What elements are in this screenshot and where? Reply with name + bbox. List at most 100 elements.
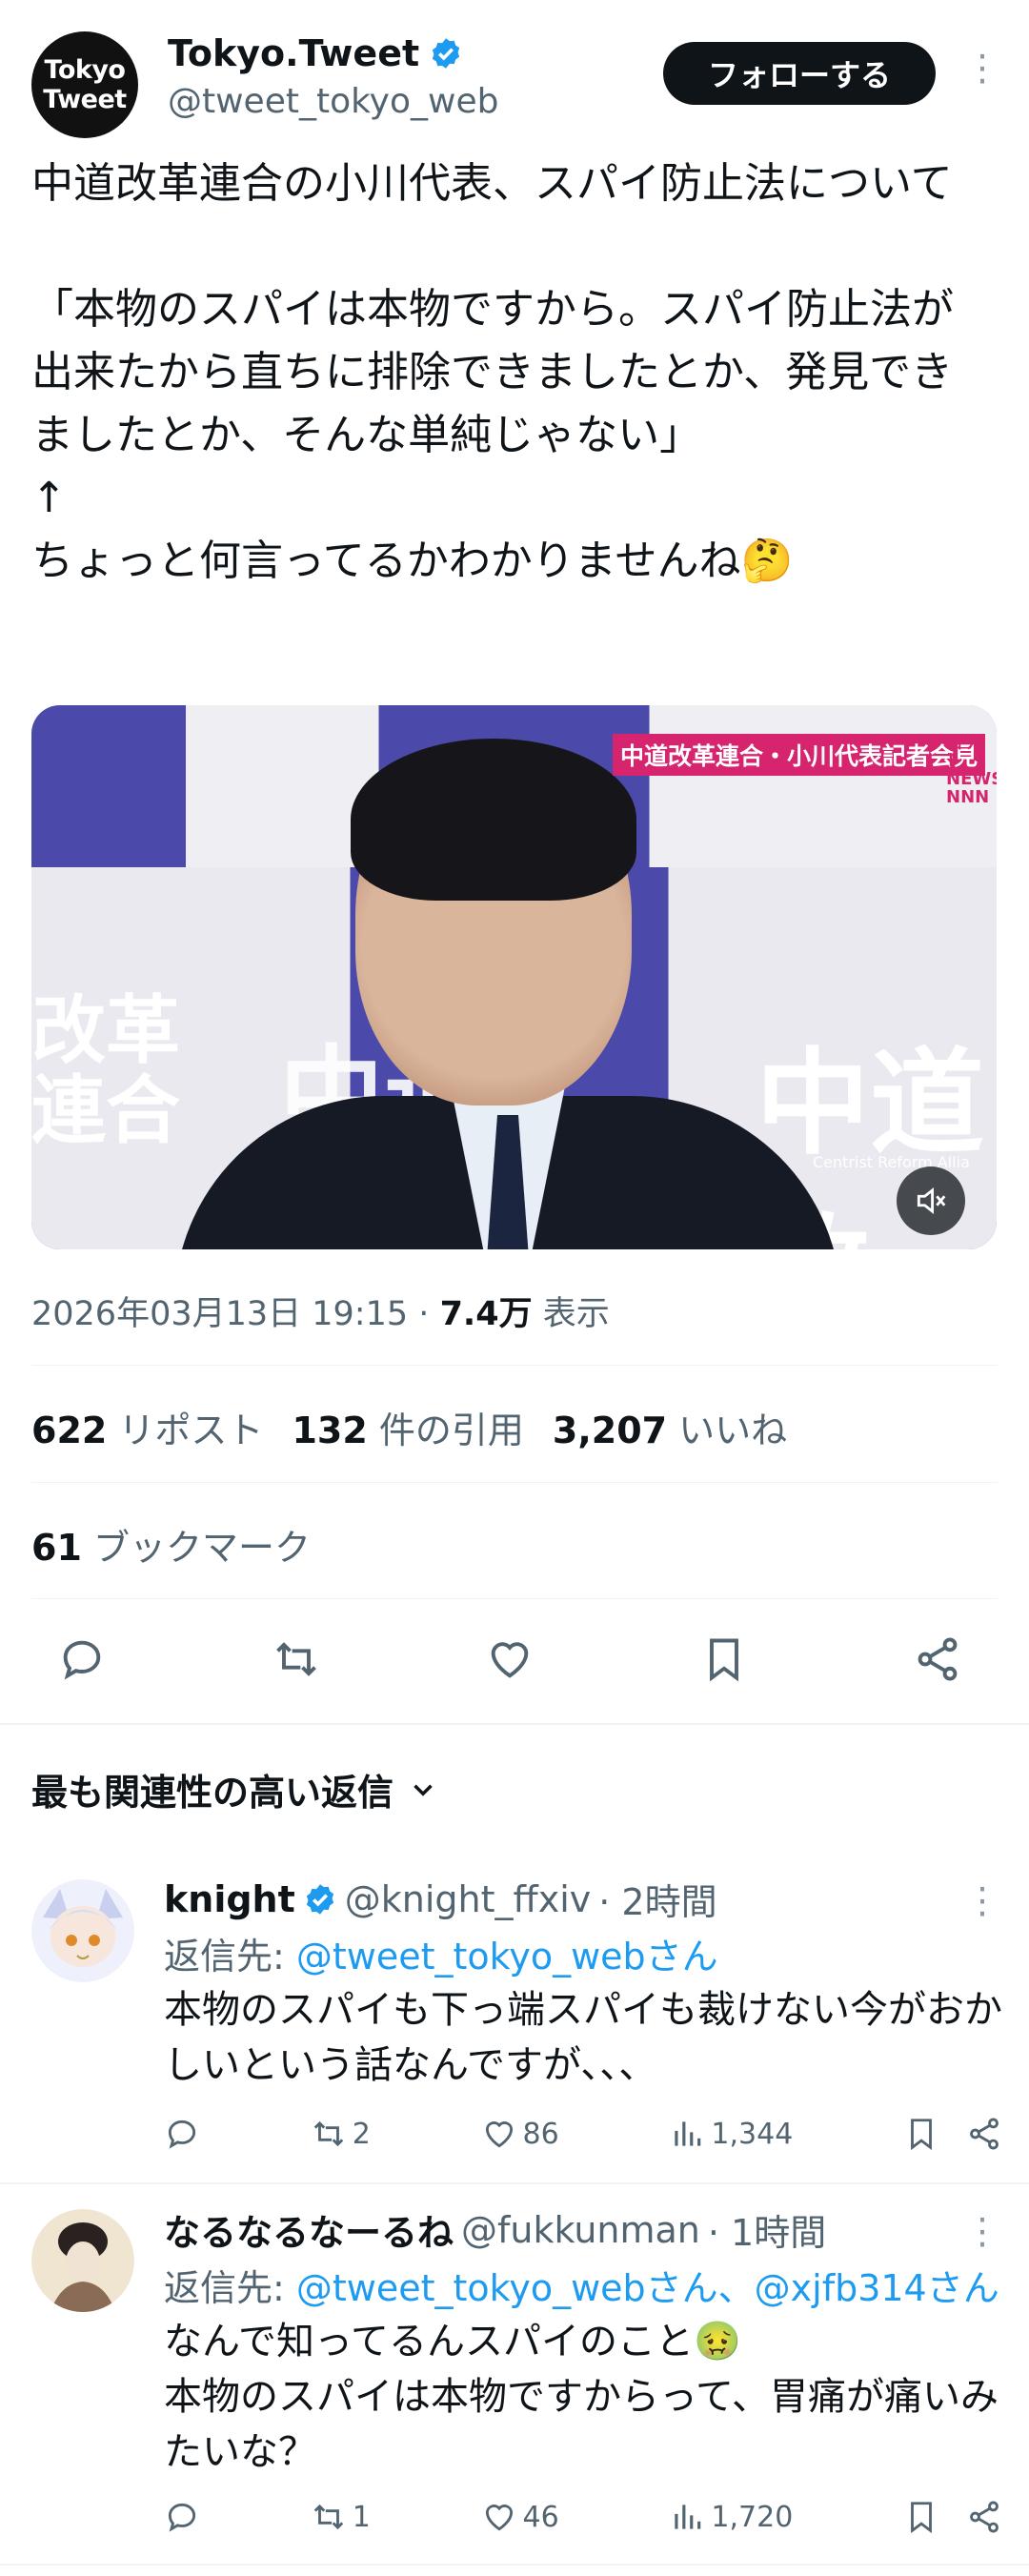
separator: · xyxy=(418,1295,430,1333)
like-icon xyxy=(485,2121,513,2148)
reply-to-handle[interactable]: @tweet_tokyo_webさん、@xjfb314さん xyxy=(296,2267,999,2309)
speaker-hair xyxy=(351,739,636,901)
like-icon xyxy=(485,2505,513,2531)
analytics-icon xyxy=(675,2121,701,2146)
bookmark-label: ブックマーク xyxy=(92,1527,311,1569)
retweet-icon xyxy=(313,2120,343,2147)
views-button[interactable]: 1,344 xyxy=(669,2116,793,2152)
divider xyxy=(31,1598,998,1599)
author-name[interactable]: Tokyo.Tweet xyxy=(168,32,419,74)
verified-badge-icon xyxy=(306,1883,333,1915)
reply-header: なるなるなーるね @fukkunman · 1時間 xyxy=(164,2203,826,2256)
divider xyxy=(31,1482,998,1483)
reply-avatar[interactable] xyxy=(31,2209,134,2316)
divider xyxy=(0,1723,1029,1725)
view-count: 7.4万 xyxy=(439,1295,533,1333)
reply-time[interactable]: · 2時間 xyxy=(598,1873,716,1925)
reply-icon[interactable] xyxy=(57,1634,107,1684)
divider xyxy=(0,2564,1029,2566)
avatar-image xyxy=(31,2209,134,2312)
tweet-actions xyxy=(57,1634,962,1684)
retweet-button[interactable]: 1 xyxy=(311,2499,371,2535)
bookmark-icon[interactable] xyxy=(699,1634,749,1684)
tweet-video[interactable]: 改革 連合 中道 中道改 Centrist Reform Allia 中道改革連… xyxy=(31,705,997,1249)
divider xyxy=(31,1365,998,1366)
tweet-text: 中道改革連合の小川代表、スパイ防止法について 「本物のスパイは本物ですから。スパ… xyxy=(31,159,954,585)
repost-label: リポスト xyxy=(118,1410,264,1451)
view-label: 表示 xyxy=(542,1295,610,1333)
view-count: 1,720 xyxy=(711,2500,794,2534)
repost-stat[interactable]: 622 リポスト xyxy=(31,1401,263,1453)
reply-to-handle[interactable]: @tweet_tokyo_webさん xyxy=(296,1936,718,1978)
tweet-meta: 2026年03月13日 19:15 · 7.4万 表示 xyxy=(31,1287,610,1335)
author-avatar[interactable]: Tokyo Tweet xyxy=(31,31,138,138)
sort-label: 最も関連性の高い返信 xyxy=(31,1772,394,1814)
avatar-text: Tokyo xyxy=(44,55,127,85)
reply-sort-dropdown[interactable]: 最も関連性の高い返信 xyxy=(31,1763,439,1815)
bookmark-icon[interactable] xyxy=(903,2116,939,2152)
follow-button[interactable]: フォローする xyxy=(663,42,936,105)
share-icon[interactable] xyxy=(966,2499,1002,2535)
like-stat[interactable]: 3,207 いいね xyxy=(553,1401,787,1453)
reply-icon xyxy=(168,2120,196,2149)
avatar-text: Tweet xyxy=(43,85,127,114)
avatar-image xyxy=(31,1879,134,1982)
like-count: 46 xyxy=(522,2500,559,2534)
repost-count: 622 xyxy=(31,1410,108,1451)
reply-author-name[interactable]: knight xyxy=(164,1878,295,1920)
more-options-icon[interactable]: ⋮ xyxy=(964,50,1000,86)
reply-text: なんで知ってるんスパイのこと🤢 本物のスパイは本物ですからって、胃痛が痛いみたい… xyxy=(164,2320,999,2474)
reply-avatar[interactable] xyxy=(31,1879,134,1986)
retweet-count: 1 xyxy=(352,2500,371,2534)
author-name-row[interactable]: Tokyo.Tweet xyxy=(168,32,463,74)
chevron-down-icon xyxy=(414,1784,433,1796)
like-icon[interactable] xyxy=(485,1634,535,1684)
like-count: 3,207 xyxy=(552,1410,668,1451)
reply-to-prefix: 返信先: xyxy=(164,2267,296,2309)
backdrop-text: 改革 連合 xyxy=(31,988,181,1154)
like-count: 86 xyxy=(522,2117,559,2151)
reply-author-handle[interactable]: @knight_ffxiv xyxy=(345,1878,591,1920)
quote-count: 132 xyxy=(292,1410,368,1451)
author-handle[interactable]: @tweet_tokyo_web xyxy=(168,82,498,121)
bookmark-stat[interactable]: 61 ブックマーク xyxy=(31,1518,311,1571)
more-options-icon[interactable]: ⋮ xyxy=(964,1882,1000,1918)
backdrop-subtext: Centrist Reform Allia xyxy=(813,1153,970,1171)
reply-text: 本物のスパイも下っ端スパイも裁けない今がおかしいという話なんですが、、、 xyxy=(164,1988,1002,2087)
reply-actions: 1 46 1,720 xyxy=(164,2499,1002,2535)
retweet-icon[interactable] xyxy=(272,1634,321,1684)
reply-header: knight @knight_ffxiv · 2時間 xyxy=(164,1873,717,1925)
reply-icon xyxy=(168,2503,196,2532)
tweet-date[interactable]: 2026年03月13日 19:15 xyxy=(31,1295,408,1333)
retweet-icon xyxy=(313,2504,343,2530)
mute-button[interactable] xyxy=(897,1166,965,1235)
reply-button[interactable] xyxy=(164,2499,200,2535)
like-button[interactable]: 46 xyxy=(481,2499,559,2535)
analytics-icon xyxy=(675,2505,701,2529)
reply-author-name[interactable]: なるなるなーるね xyxy=(164,2203,454,2256)
views-button[interactable]: 1,720 xyxy=(669,2499,793,2535)
divider xyxy=(0,2182,1029,2184)
retweet-button[interactable]: 2 xyxy=(311,2116,371,2152)
reply-to-prefix: 返信先: xyxy=(164,1936,296,1978)
share-icon[interactable] xyxy=(966,2116,1002,2152)
view-count: 1,344 xyxy=(711,2117,794,2151)
like-label: いいね xyxy=(678,1410,788,1451)
quote-stat[interactable]: 132 件の引用 xyxy=(292,1401,523,1453)
retweet-count: 2 xyxy=(352,2117,371,2151)
reply-time[interactable]: · 1時間 xyxy=(708,2203,826,2256)
news-banner: 中道改革連合・小川代表記者会見 xyxy=(613,734,986,776)
reply-author-handle[interactable]: @fukkunman xyxy=(461,2209,700,2251)
bookmark-icon[interactable] xyxy=(903,2499,939,2535)
reply-extra-actions xyxy=(903,2116,1002,2152)
like-button[interactable]: 86 xyxy=(481,2116,559,2152)
reply-actions: 2 86 1,344 xyxy=(164,2116,1002,2152)
reply-to: 返信先: @tweet_tokyo_webさん xyxy=(164,1927,718,1979)
reply-extra-actions xyxy=(903,2499,1002,2535)
reply-to: 返信先: @tweet_tokyo_webさん、@xjfb314さん xyxy=(164,2259,999,2311)
engagement-stats: 622 リポスト 132 件の引用 3,207 いいね xyxy=(31,1401,787,1453)
reply-button[interactable] xyxy=(164,2116,200,2152)
more-options-icon[interactable]: ⋮ xyxy=(964,2213,1000,2249)
verified-badge-icon xyxy=(433,38,460,69)
share-icon[interactable] xyxy=(913,1634,962,1684)
